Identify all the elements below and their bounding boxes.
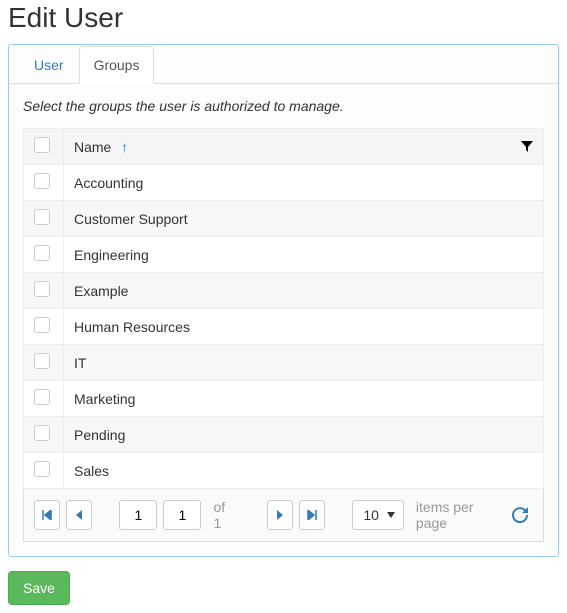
page-title: Edit User xyxy=(8,2,559,34)
table-row: Human Resources xyxy=(24,309,544,345)
row-checkbox[interactable] xyxy=(34,245,50,261)
row-checkbox[interactable] xyxy=(34,389,50,405)
pager-page-input-2[interactable] xyxy=(163,500,201,530)
table-row: IT xyxy=(24,345,544,381)
row-checkbox[interactable] xyxy=(34,353,50,369)
filter-icon[interactable] xyxy=(521,141,533,153)
table-row: Pending xyxy=(24,417,544,453)
table-row: Example xyxy=(24,273,544,309)
table-row: Sales xyxy=(24,453,544,489)
pager-refresh-button[interactable] xyxy=(507,500,533,530)
header-select-all xyxy=(24,129,64,165)
edit-user-panel: User Groups Select the groups the user i… xyxy=(8,44,559,557)
row-checkbox[interactable] xyxy=(34,209,50,225)
pager-of-text: of 1 xyxy=(213,499,233,531)
groups-table: Name ↑ Accounting xyxy=(23,128,544,489)
table-row: Marketing xyxy=(24,381,544,417)
header-name-label: Name xyxy=(74,139,111,155)
row-checkbox[interactable] xyxy=(34,281,50,297)
table-row: Engineering xyxy=(24,237,544,273)
row-name: Sales xyxy=(64,453,544,489)
row-name: Pending xyxy=(64,417,544,453)
pager-next-button[interactable] xyxy=(267,500,293,530)
sort-asc-icon: ↑ xyxy=(121,139,128,155)
row-name: Example xyxy=(64,273,544,309)
row-checkbox[interactable] xyxy=(34,425,50,441)
row-name: Customer Support xyxy=(64,201,544,237)
save-button[interactable]: Save xyxy=(8,571,70,605)
pager-prev-button[interactable] xyxy=(66,500,92,530)
pager-pagesize-select[interactable]: 10 xyxy=(352,500,404,530)
first-page-icon xyxy=(42,510,52,520)
refresh-icon xyxy=(512,507,528,523)
table-row: Customer Support xyxy=(24,201,544,237)
pager-items-label: items per page xyxy=(416,499,495,531)
tab-bar: User Groups xyxy=(9,45,558,84)
row-name: IT xyxy=(64,345,544,381)
last-page-icon xyxy=(307,510,317,520)
pager-last-button[interactable] xyxy=(299,500,325,530)
tab-body: Select the groups the user is authorized… xyxy=(9,84,558,556)
select-all-checkbox[interactable] xyxy=(34,137,50,153)
pager-page-input[interactable] xyxy=(119,500,157,530)
row-name: Engineering xyxy=(64,237,544,273)
pager-first-button[interactable] xyxy=(34,500,60,530)
pager-pagesize-value: 10 xyxy=(363,507,379,523)
chevron-down-icon xyxy=(387,512,395,518)
row-name: Marketing xyxy=(64,381,544,417)
header-name[interactable]: Name ↑ xyxy=(64,129,544,165)
row-checkbox[interactable] xyxy=(34,173,50,189)
row-name: Accounting xyxy=(64,165,544,201)
row-checkbox[interactable] xyxy=(34,317,50,333)
pager: of 1 10 items per page xyxy=(23,489,544,542)
next-page-icon xyxy=(276,510,284,520)
tab-user[interactable]: User xyxy=(19,46,79,84)
row-checkbox[interactable] xyxy=(34,461,50,477)
prev-page-icon xyxy=(75,510,83,520)
row-name: Human Resources xyxy=(64,309,544,345)
table-row: Accounting xyxy=(24,165,544,201)
instruction-text: Select the groups the user is authorized… xyxy=(23,98,544,114)
tab-groups[interactable]: Groups xyxy=(79,46,155,84)
